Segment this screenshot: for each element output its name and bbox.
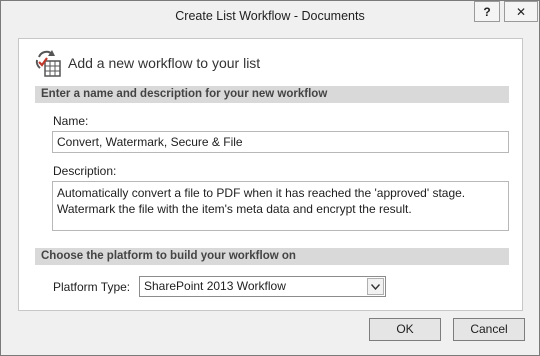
header-title: Add a new workflow to your list [68,55,261,71]
chevron-down-icon[interactable] [367,278,384,295]
close-button[interactable]: ✕ [504,1,538,22]
section-heading-platform: Choose the platform to build your workfl… [35,248,509,265]
description-label: Description: [53,164,117,178]
title-bar[interactable]: Create List Workflow - Documents ? ✕ [1,1,539,31]
content-panel: Add a new workflow to your list Enter a … [18,38,523,311]
ok-button[interactable]: OK [369,318,441,341]
help-button[interactable]: ? [474,1,500,22]
cancel-button[interactable]: Cancel [453,318,525,341]
workflow-icon [35,50,61,77]
help-icon: ? [483,4,491,19]
window-title: Create List Workflow - Documents [175,9,365,23]
dialog-window: Create List Workflow - Documents ? ✕ Add… [0,0,540,356]
platform-type-select[interactable]: SharePoint 2013 Workflow [139,276,386,297]
platform-type-label: Platform Type: [53,280,131,294]
name-input[interactable]: Convert, Watermark, Secure & File [52,131,509,153]
name-label: Name: [53,114,89,128]
section-heading-name: Enter a name and description for your ne… [35,86,509,103]
platform-type-value: SharePoint 2013 Workflow [144,279,286,293]
description-textarea[interactable]: Automatically convert a file to PDF when… [52,181,509,231]
close-icon: ✕ [515,4,527,19]
